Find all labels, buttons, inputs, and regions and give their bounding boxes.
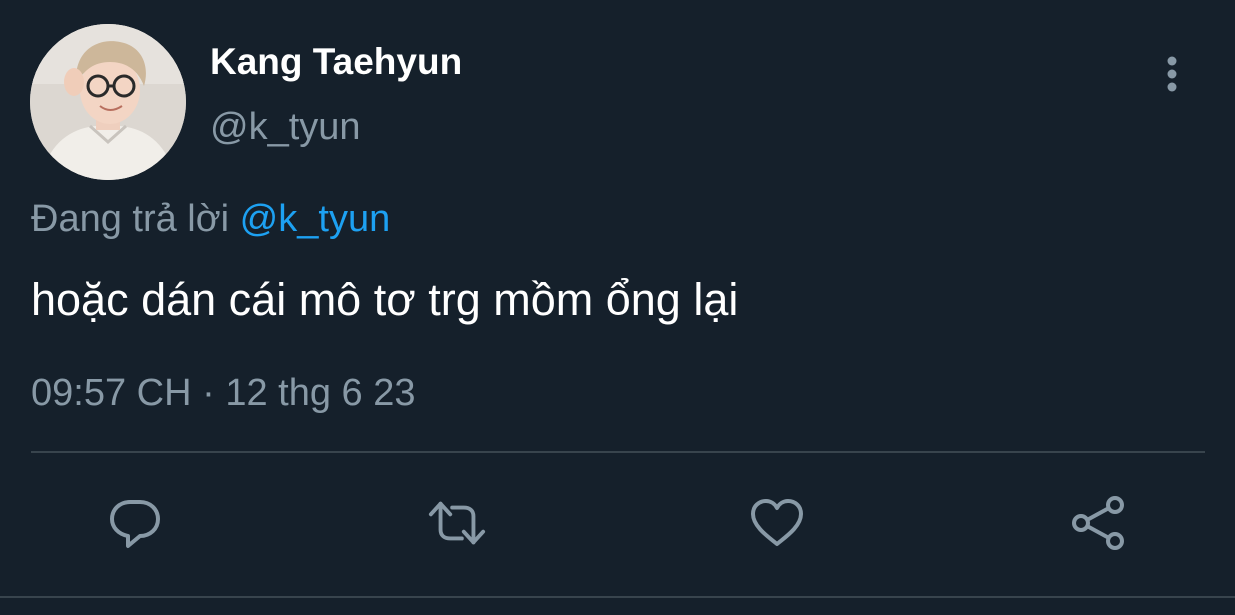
tweet-time: 09:57 CH — [31, 372, 192, 414]
tweet-text: hoặc dán cái mô tơ trg mồm ổng lại — [31, 274, 739, 325]
user-handle[interactable]: @k_tyun — [210, 104, 361, 150]
share-button[interactable] — [1069, 493, 1129, 553]
tweet-timestamp[interactable]: 09:57 CH · 12 thg 6 23 — [31, 370, 416, 416]
retweet-icon — [428, 501, 486, 545]
share-icon — [1072, 496, 1124, 550]
bottom-divider — [0, 596, 1235, 598]
avatar[interactable] — [30, 24, 186, 180]
tweet-date: 12 thg 6 23 — [225, 372, 416, 414]
heart-icon — [751, 499, 803, 546]
avatar-image — [30, 24, 186, 180]
replying-to-label: Đang trả lời — [31, 198, 230, 240]
reply-button[interactable] — [105, 493, 165, 553]
like-button[interactable] — [747, 493, 807, 553]
display-name[interactable]: Kang Taehyun — [210, 40, 462, 84]
divider — [31, 451, 1205, 453]
reply-mention-link[interactable]: @k_tyun — [240, 198, 391, 240]
reply-icon — [110, 500, 160, 548]
more-vertical-icon — [1167, 56, 1177, 92]
retweet-button[interactable] — [427, 493, 487, 553]
replying-to: Đang trả lời @k_tyun — [31, 196, 390, 242]
meta-separator: · — [202, 372, 215, 414]
more-options-button[interactable] — [1150, 52, 1194, 96]
